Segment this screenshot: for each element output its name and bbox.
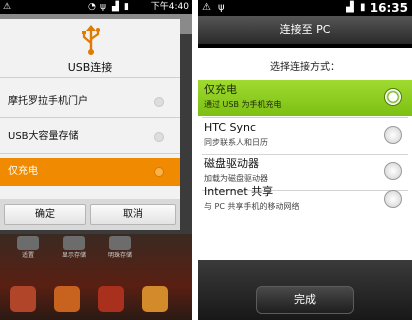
- shortcut[interactable]: 显示存储: [52, 236, 96, 260]
- usb-icon: [82, 25, 100, 55]
- shortcut-icon: [63, 236, 85, 250]
- status-time: 下午4:40: [150, 2, 189, 12]
- radio-button[interactable]: [384, 126, 402, 144]
- option-description: 同步联系人和日历: [204, 138, 268, 147]
- option-label: 摩托罗拉手机门户: [8, 96, 88, 107]
- usb-connection-dialog: USB连接 摩托罗拉手机门户 USB大容量存储 仅充电 确定 取消: [0, 19, 180, 230]
- option-motorola-portal[interactable]: 摩托罗拉手机门户: [0, 88, 180, 116]
- option-label: 磁盘驱动器: [204, 157, 259, 170]
- status-bar: ⚠ ◔ ψ ▟ ▮ 下午4:40: [0, 0, 192, 14]
- usb-icon: ψ: [218, 2, 225, 13]
- page-title: 连接至 PC: [198, 16, 412, 44]
- shortcut-icon: [17, 236, 39, 250]
- done-button[interactable]: 完成: [256, 286, 354, 314]
- radio-button[interactable]: [384, 190, 402, 208]
- battery-icon: ▮: [124, 2, 129, 12]
- option-label: USB大容量存储: [8, 131, 79, 142]
- shortcut-label: 明珠存储: [107, 252, 132, 259]
- radio-button-selected[interactable]: [154, 167, 164, 177]
- cancel-button[interactable]: 取消: [90, 204, 176, 225]
- warning-icon: ⚠: [202, 2, 211, 13]
- signal-icon: ▟: [112, 2, 119, 12]
- option-description: 与 PC 共享手机的移动网络: [204, 202, 300, 211]
- home-shortcuts: 适置 显示存储 明珠存储: [0, 236, 192, 262]
- option-label: HTC Sync: [204, 121, 257, 134]
- connection-type-dialog: 选择连接方式： 仅充电 通过 USB 为手机充电 HTC Sync 同步联系人和…: [198, 48, 412, 260]
- dock-app-icon[interactable]: [54, 286, 80, 312]
- option-usb-mass-storage[interactable]: USB大容量存储: [0, 123, 180, 151]
- shortcut-icon: [109, 236, 131, 250]
- divider: [0, 153, 180, 154]
- option-description: 通过 USB 为手机充电: [204, 100, 282, 109]
- shortcut[interactable]: 适置: [6, 236, 50, 260]
- motorola-screen: ⚠ ◔ ψ ▟ ▮ 下午4:40 适置 显示存储 明珠存储 USB连接 摩托罗拉…: [0, 0, 192, 320]
- option-internet-sharing[interactable]: Internet 共享 与 PC 共享手机的移动网络: [198, 182, 412, 218]
- option-label: Internet 共享: [204, 185, 274, 198]
- htc-screen: ⚠ ψ ▟ ▮ 16:35 连接至 PC 选择连接方式： 仅充电 通过 USB …: [198, 0, 412, 320]
- dock-app-icon[interactable]: [10, 286, 36, 312]
- shortcut-label: 适置: [21, 252, 34, 259]
- usb-icon: ψ: [100, 2, 106, 12]
- status-time: 16:35: [369, 1, 408, 15]
- signal-icon: ▟: [346, 2, 354, 13]
- home-dock: [0, 276, 192, 320]
- dock-app-icon[interactable]: [98, 286, 124, 312]
- radio-button-selected[interactable]: [384, 88, 402, 106]
- divider: [0, 77, 180, 78]
- shortcut[interactable]: 明珠存储: [98, 236, 142, 260]
- dialog-footer: 完成: [198, 260, 412, 320]
- radio-button[interactable]: [384, 162, 402, 180]
- divider: [0, 117, 180, 118]
- wifi-icon: ◔: [88, 2, 96, 12]
- radio-button[interactable]: [154, 132, 164, 142]
- dock-app-icon[interactable]: [142, 286, 168, 312]
- option-charge-only[interactable]: 仅充电: [0, 158, 180, 186]
- dialog-button-bar: 确定 取消: [0, 199, 180, 230]
- battery-icon: ▮: [360, 2, 366, 13]
- ok-button[interactable]: 确定: [4, 204, 86, 225]
- option-label: 仅充电: [8, 166, 38, 177]
- option-htc-sync[interactable]: HTC Sync 同步联系人和日历: [198, 118, 412, 154]
- radio-button[interactable]: [154, 97, 164, 107]
- dialog-title: USB连接: [67, 61, 113, 74]
- dialog-prompt: 选择连接方式：: [270, 62, 340, 73]
- option-charge-only[interactable]: 仅充电 通过 USB 为手机充电: [198, 80, 412, 116]
- shortcut-label: 显示存储: [61, 252, 86, 259]
- option-label: 仅充电: [204, 83, 237, 96]
- notification-icon: ⚠: [3, 2, 12, 12]
- status-bar: ⚠ ψ ▟ ▮ 16:35: [198, 0, 412, 16]
